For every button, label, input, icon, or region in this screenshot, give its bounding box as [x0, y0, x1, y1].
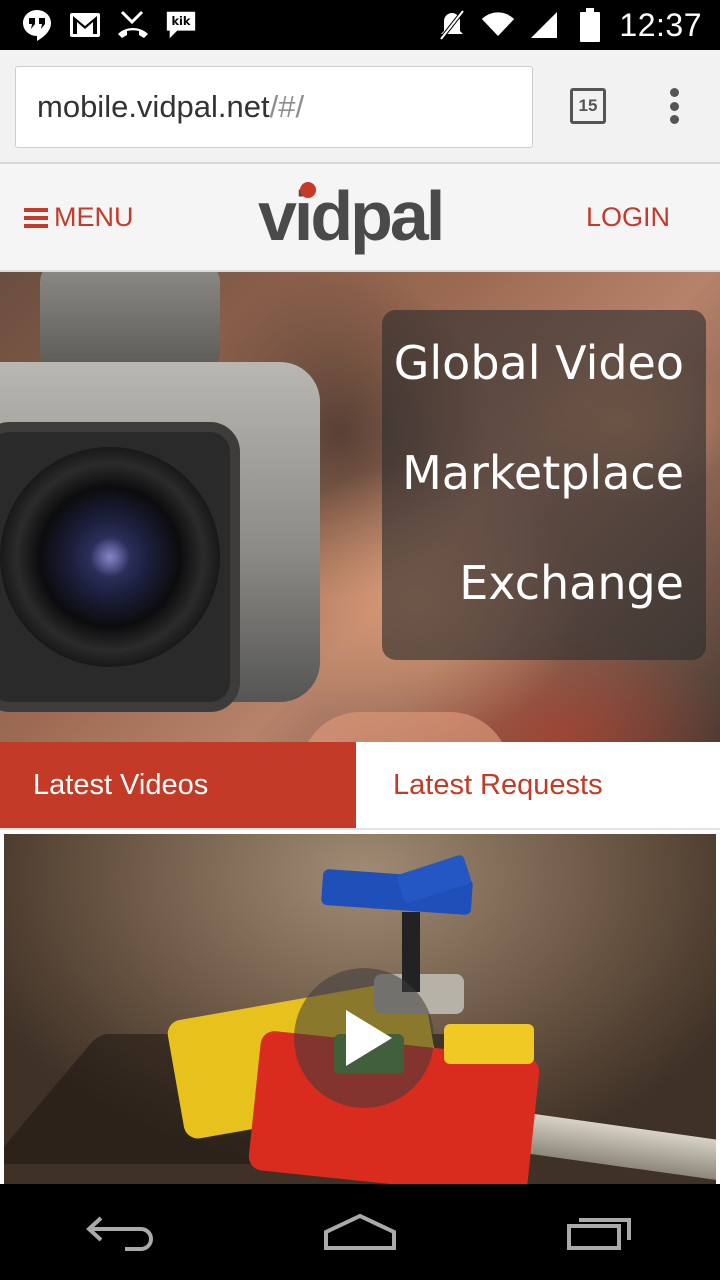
site-header: MENU vidpal LOGIN — [0, 164, 720, 272]
camera-image — [40, 272, 220, 372]
battery-icon — [573, 8, 607, 42]
url-path: /#/ — [269, 89, 305, 124]
mute-icon — [435, 8, 469, 42]
gmail-icon — [68, 8, 102, 42]
browser-toolbar: mobile.vidpal.net/#/ 15 — [0, 50, 720, 164]
url-host: mobile.vidpal.net — [37, 89, 270, 124]
menu-label: MENU — [54, 202, 134, 232]
screen: kik 12:37 mobile.vidpal.net/#/ 15 MENU v… — [0, 0, 720, 1280]
kik-icon: kik — [164, 8, 198, 42]
tab-switcher-button[interactable]: 15 — [570, 88, 606, 124]
login-button[interactable]: LOGIN — [586, 202, 670, 233]
status-time: 12:37 — [619, 6, 702, 43]
play-icon[interactable] — [294, 968, 434, 1108]
overflow-menu-icon[interactable] — [660, 86, 688, 126]
svg-text:vidpal: vidpal — [258, 182, 442, 255]
system-icons: 12:37 — [435, 7, 720, 44]
hero-tagline-panel: Global Video Marketplace Exchange — [382, 310, 706, 660]
video-thumbnail[interactable] — [4, 834, 716, 1184]
missed-call-icon — [116, 8, 150, 42]
signal-icon — [527, 8, 561, 42]
hamburger-icon — [24, 207, 48, 228]
back-icon[interactable] — [75, 1202, 165, 1262]
tab-latest-requests[interactable]: Latest Requests — [356, 742, 720, 828]
tab-latest-videos[interactable]: Latest Videos — [0, 742, 356, 828]
status-bar: kik 12:37 — [0, 0, 720, 50]
svg-text:kik: kik — [172, 14, 191, 28]
home-icon[interactable] — [315, 1202, 405, 1262]
recent-apps-icon[interactable] — [555, 1202, 645, 1262]
menu-button[interactable]: MENU — [24, 202, 134, 233]
content-tabs: Latest Videos Latest Requests — [0, 742, 720, 830]
hangouts-icon — [20, 8, 54, 42]
notification-icons: kik — [0, 8, 198, 42]
hero-line-3: Exchange — [459, 556, 684, 610]
hero-line-1: Global Video — [393, 336, 684, 390]
hero-line-2: Marketplace — [402, 446, 684, 500]
url-bar[interactable]: mobile.vidpal.net/#/ — [15, 66, 533, 148]
system-nav-bar — [0, 1184, 720, 1280]
wifi-icon — [481, 8, 515, 42]
vidpal-logo[interactable]: vidpal — [258, 182, 464, 262]
hero-banner: Global Video Marketplace Exchange — [0, 272, 720, 742]
